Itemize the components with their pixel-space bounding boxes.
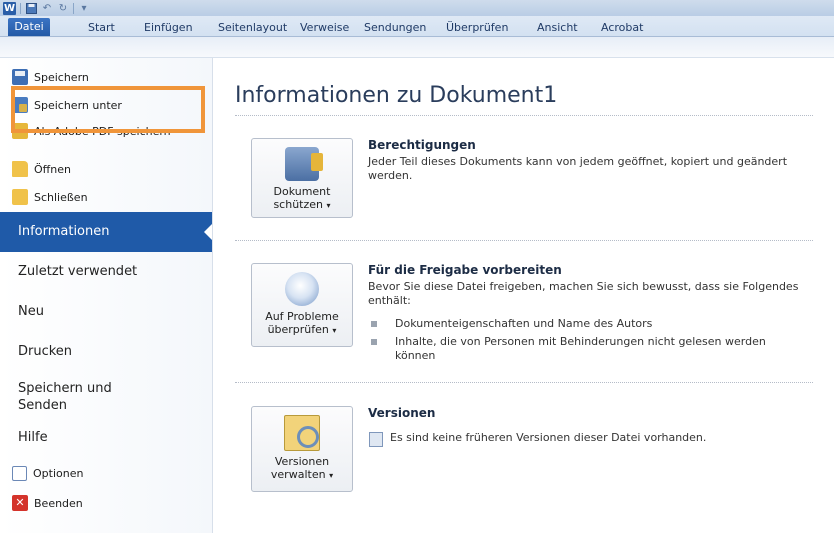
divider [235,382,813,383]
title-bar: W ↶ ↻ ▾ [0,0,834,16]
folder-open-icon [12,161,28,177]
manage-versions-label-line1: Versionen [274,455,330,468]
check-issues-label-line2: überprüfen ▾ [267,323,337,336]
divider [235,115,813,116]
save-label: Speichern [34,70,89,84]
dropdown-caret-icon: ▾ [329,471,334,480]
tab-ansicht[interactable]: Ansicht [537,19,578,36]
tab-datei[interactable]: Datei [8,18,50,36]
protect-document-label-line2: schützen ▾ [273,198,331,211]
prepare-sharing-text: Bevor Sie diese Datei freigeben, machen … [368,280,799,307]
open-command[interactable]: Öffnen [12,158,71,180]
quick-access-toolbar: W ↶ ↻ ▾ [3,1,90,15]
tab-seitenlayout[interactable]: Seitenlayout [218,19,287,36]
options-label: Optionen [33,466,84,480]
document-version-icon [369,432,383,447]
divider [235,240,813,241]
nav-speichern-und-senden[interactable]: Speichern und Senden [0,376,150,416]
save-command[interactable]: Speichern [12,66,89,88]
page-title: Informationen zu Dokument1 [235,83,558,108]
ribbon-tabs: Datei Start Einfügen Seitenlayout Verwei… [0,16,834,37]
options-command[interactable]: Optionen [12,462,83,484]
versions-title: Versionen [368,406,436,420]
nav-zuletzt-verwendet[interactable]: Zuletzt verwendet [0,252,212,292]
dropdown-caret-icon: ▾ [332,326,337,335]
open-label: Öffnen [34,162,71,176]
tab-verweise[interactable]: Verweise [300,19,349,36]
nav-drucken[interactable]: Drucken [0,332,212,372]
versions-icon [284,415,320,451]
bullet-icon [371,321,377,327]
nav-drucken-label: Drucken [18,344,73,359]
qat-separator [73,2,74,14]
nav-zuletzt-label: Zuletzt verwendet [18,264,138,279]
ribbon-strip [0,37,834,58]
protect-document-button[interactable]: Dokument schützen ▾ [251,138,353,218]
permissions-text: Jeder Teil dieses Dokuments kann von jed… [368,155,788,182]
check-issues-button[interactable]: Auf Probleme überprüfen ▾ [251,263,353,347]
dropdown-caret-icon: ▾ [326,201,331,210]
save-icon[interactable] [25,2,37,14]
manage-versions-label-line2: verwalten ▾ [270,468,334,481]
nav-neu-label: Neu [18,304,44,319]
redo-icon[interactable]: ↻ [57,2,69,14]
exit-icon: ✕ [12,495,28,511]
versions-text: Es sind keine früheren Versionen dieser … [390,431,707,444]
folder-close-icon [12,189,28,205]
permissions-title: Berechtigungen [368,138,476,152]
manage-versions-button[interactable]: Versionen verwalten ▾ [251,406,353,492]
word-logo-icon[interactable]: W [3,1,16,15]
customize-qat-icon[interactable]: ▾ [78,2,90,14]
close-command[interactable]: Schließen [12,186,88,208]
nav-neu[interactable]: Neu [0,292,212,332]
tab-start[interactable]: Start [88,19,115,36]
nav-informationen[interactable]: Informationen [0,212,212,252]
tab-ueberpruefen[interactable]: Überprüfen [446,19,508,36]
tab-einfuegen[interactable]: Einfügen [144,19,193,36]
close-label: Schließen [34,190,88,204]
undo-icon[interactable]: ↶ [41,2,53,14]
bullet-icon [371,339,377,345]
document-inspect-icon [285,272,319,306]
lock-icon [285,147,323,181]
save-icon [12,69,28,85]
qat-separator [20,2,21,14]
prepare-sharing-title: Für die Freigabe vorbereiten [368,263,562,277]
tab-sendungen[interactable]: Sendungen [364,19,426,36]
nav-speichern-senden-label: Speichern und Senden [18,381,112,413]
nav-hilfe[interactable]: Hilfe [0,418,212,458]
exit-label: Beenden [34,496,83,510]
highlight-box [11,86,205,133]
exit-command[interactable]: ✕ Beenden [12,492,83,514]
nav-informationen-label: Informationen [18,224,110,239]
active-indicator [204,224,212,240]
backstage-main: Informationen zu Dokument1 Dokument schü… [213,58,834,533]
nav-hilfe-label: Hilfe [18,430,48,445]
check-issues-label-line1: Auf Probleme [265,310,339,323]
protect-document-label-line1: Dokument [273,185,331,198]
tab-acrobat[interactable]: Acrobat [601,19,643,36]
list-item-text: Dokumenteigenschaften und Name des Autor… [395,317,653,330]
list-item-text: Inhalte, die von Personen mit Behinderun… [395,335,766,362]
options-icon [12,465,27,481]
